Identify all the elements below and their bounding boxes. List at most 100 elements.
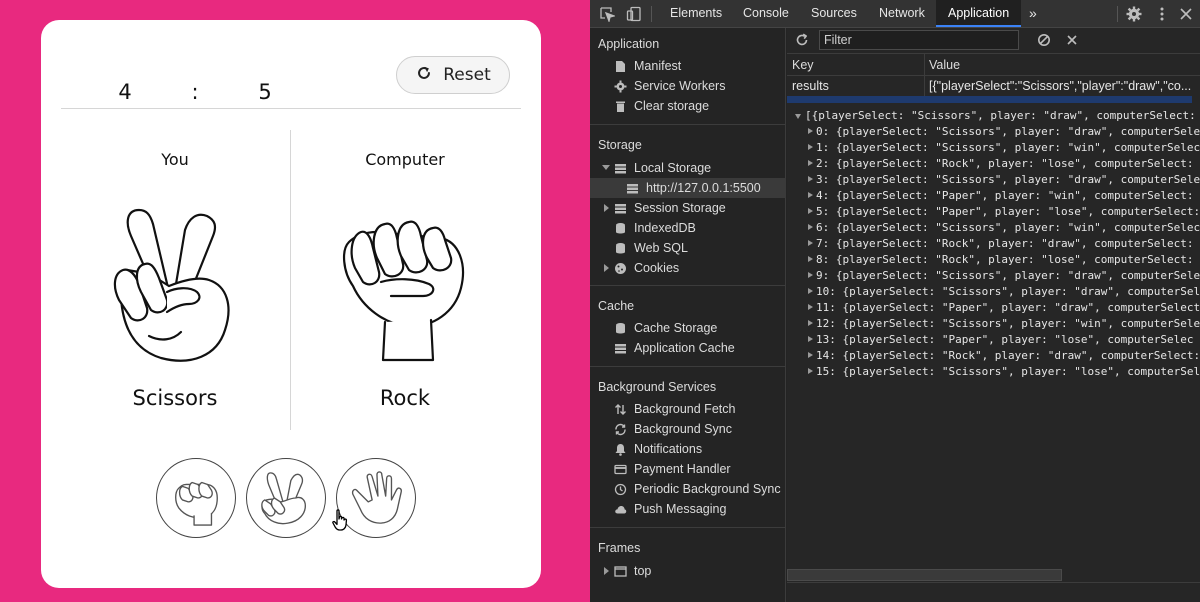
sidebar-item-application-cache[interactable]: Application Cache	[614, 338, 735, 358]
delete-selected-icon[interactable]	[1065, 33, 1079, 47]
paper-icon	[351, 471, 402, 524]
expand-arrow-icon[interactable]	[808, 352, 813, 358]
expand-arrow-icon[interactable]	[808, 256, 813, 262]
sidebar-item-background-sync[interactable]: Background Sync	[614, 419, 732, 439]
json-entry[interactable]: 14: {playerSelect: "Rock", player: "draw…	[816, 348, 1200, 364]
sidebar-item-label: Notifications	[634, 442, 703, 456]
expand-arrow-icon[interactable]	[808, 288, 813, 294]
tab-application[interactable]: Application	[936, 0, 1022, 27]
collapse-arrow-icon[interactable]	[604, 567, 609, 575]
sidebar-item-local-storage[interactable]: Local Storage	[614, 158, 711, 178]
tab-elements[interactable]: Elements	[670, 0, 722, 27]
expand-arrow-icon[interactable]	[808, 304, 813, 310]
tab-console[interactable]: Console	[743, 0, 789, 27]
rock-button[interactable]	[156, 458, 236, 538]
expand-arrow-icon[interactable]	[808, 192, 813, 198]
json-entry[interactable]: 3: {playerSelect: "Scissors", player: "d…	[816, 172, 1200, 188]
filter-bar	[787, 28, 1200, 54]
json-entry[interactable]: 9: {playerSelect: "Scissors", player: "d…	[816, 268, 1200, 284]
sidebar-item-push-messaging[interactable]: Push Messaging	[614, 499, 726, 519]
sidebar-item-cookies[interactable]: Cookies	[614, 258, 679, 278]
column-divider	[290, 130, 291, 430]
value-preview: [{playerSelect: "Scissors", player: "dra…	[787, 108, 1200, 578]
expand-arrow-icon[interactable]	[795, 114, 801, 119]
expand-arrow-icon[interactable]	[808, 272, 813, 278]
score-you: 4	[118, 80, 132, 104]
sidebar-header-storage: Storage	[598, 138, 642, 152]
scissors-button[interactable]	[246, 458, 326, 538]
collapse-arrow-icon[interactable]	[604, 204, 609, 212]
sidebar-item-payment-handler[interactable]: Payment Handler	[614, 459, 731, 479]
json-entry[interactable]: 10: {playerSelect: "Scissors", player: "…	[816, 284, 1200, 300]
expand-arrow-icon[interactable]	[808, 208, 813, 214]
json-entry[interactable]: 11: {playerSelect: "Paper", player: "dra…	[816, 300, 1200, 316]
sidebar-item-indexeddb[interactable]: IndexedDB	[614, 218, 696, 238]
inspect-element-icon[interactable]	[599, 6, 617, 24]
status-bar	[787, 582, 1200, 602]
sidebar-item-background-fetch[interactable]: Background Fetch	[614, 399, 735, 419]
expand-arrow-icon[interactable]	[808, 176, 813, 182]
expand-arrow-icon[interactable]	[808, 144, 813, 150]
json-entry[interactable]: 15: {playerSelect: "Scissors", player: "…	[816, 364, 1200, 380]
device-toolbar-icon[interactable]	[626, 6, 642, 22]
json-entry[interactable]: 13: {playerSelect: "Paper", player: "los…	[816, 332, 1194, 348]
expand-arrow-icon[interactable]	[808, 240, 813, 246]
json-entry[interactable]: 0: {playerSelect: "Scissors", player: "d…	[816, 124, 1200, 140]
application-sidebar: Application Manifest Service Workers Cle…	[590, 28, 786, 602]
horizontal-scrollbar[interactable]	[787, 569, 1062, 581]
json-entry[interactable]: 2: {playerSelect: "Rock", player: "lose"…	[816, 156, 1194, 172]
settings-gear-icon[interactable]	[1126, 6, 1142, 22]
column-header-key[interactable]: Key	[792, 54, 814, 76]
sidebar-item-manifest[interactable]: Manifest	[614, 56, 681, 76]
json-entry[interactable]: 5: {playerSelect: "Paper", player: "lose…	[816, 204, 1200, 220]
reset-label: Reset	[443, 65, 491, 85]
sidebar-item-frame-top[interactable]: top	[614, 561, 651, 581]
collapse-arrow-icon[interactable]	[604, 264, 609, 272]
reset-button[interactable]: Reset	[396, 56, 510, 94]
filter-input[interactable]	[819, 30, 1019, 50]
json-entry[interactable]: 1: {playerSelect: "Scissors", player: "w…	[816, 140, 1200, 156]
sidebar-item-label: Web SQL	[634, 241, 688, 255]
paper-button[interactable]	[336, 458, 416, 538]
json-entry[interactable]: 4: {playerSelect: "Paper", player: "win"…	[816, 188, 1194, 204]
expand-arrow-icon[interactable]	[808, 320, 813, 326]
sidebar-item-label: Application Cache	[634, 341, 735, 355]
expand-arrow-icon[interactable]	[808, 128, 813, 134]
clear-all-icon[interactable]	[1037, 33, 1051, 47]
game-card: 4 : 5 Reset You Computer Scissors Rock	[41, 20, 541, 588]
sidebar-item-label: http://127.0.0.1:5500	[646, 181, 761, 195]
grid-icon	[615, 343, 626, 353]
sidebar-item-web-sql[interactable]: Web SQL	[614, 238, 688, 258]
sidebar-item-label: Local Storage	[634, 161, 712, 175]
sidebar-item-periodic-background-sync[interactable]: Periodic Background Sync	[614, 479, 781, 499]
table-row[interactable]: results [{"playerSelect":"Scissors","pla…	[787, 76, 1200, 96]
sidebar-item-service-workers[interactable]: Service Workers	[614, 76, 725, 96]
column-header-value[interactable]: Value	[929, 54, 960, 76]
refresh-icon[interactable]	[795, 33, 809, 47]
expand-arrow-icon[interactable]	[808, 224, 813, 230]
up-down-arrows-icon	[615, 403, 626, 415]
sidebar-item-session-storage[interactable]: Session Storage	[614, 198, 726, 218]
expand-arrow-icon[interactable]	[808, 160, 813, 166]
sidebar-item-label: Background Sync	[634, 422, 732, 436]
expand-arrow-icon[interactable]	[808, 336, 813, 342]
json-entry[interactable]: 6: {playerSelect: "Scissors", player: "w…	[816, 220, 1200, 236]
expand-arrow-icon[interactable]	[808, 368, 813, 374]
sidebar-divider	[590, 124, 786, 125]
sidebar-item-label: Background Fetch	[634, 402, 736, 416]
sidebar-item-notifications[interactable]: Notifications	[614, 439, 702, 459]
sidebar-item-clear-storage[interactable]: Clear storage	[614, 96, 709, 116]
close-devtools-icon[interactable]	[1178, 6, 1194, 22]
tab-network[interactable]: Network	[879, 0, 925, 27]
expand-arrow-icon[interactable]	[602, 165, 610, 170]
more-options-icon[interactable]	[1154, 6, 1170, 22]
json-entry[interactable]: 12: {playerSelect: "Scissors", player: "…	[816, 316, 1200, 332]
tab-sources[interactable]: Sources	[811, 0, 857, 27]
sidebar-divider	[590, 527, 786, 528]
more-tabs-button[interactable]: »	[1029, 0, 1037, 27]
sidebar-item-origin-selected[interactable]: http://127.0.0.1:5500	[590, 178, 786, 198]
json-entry[interactable]: 7: {playerSelect: "Rock", player: "draw"…	[816, 236, 1194, 252]
json-entry[interactable]: 8: {playerSelect: "Rock", player: "lose"…	[816, 252, 1194, 268]
sidebar-item-cache-storage[interactable]: Cache Storage	[614, 318, 717, 338]
selected-row-highlight[interactable]	[787, 96, 1192, 103]
